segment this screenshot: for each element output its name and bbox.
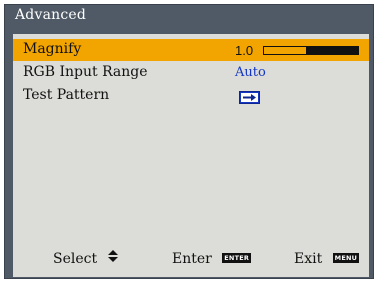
test-pattern-icon[interactable] [239,91,260,104]
footer-hints: Select Enter ENTER Exit MENU [13,250,369,271]
magnify-slider-fill [306,47,358,54]
enter-key-icon: ENTER [222,253,252,263]
osd-menu-window: Advanced Magnify 1.0 RGB Input Range Aut… [4,4,374,279]
enter-hint-label: Enter [172,251,212,267]
rgb-input-range-label: RGB Input Range [23,64,148,80]
exit-hint-label: Exit [294,251,323,267]
up-down-arrows-icon [107,250,118,266]
rgb-input-range-value: Auto [235,65,266,80]
menu-title: Advanced [15,7,87,23]
menu-key-icon: MENU [332,253,360,263]
magnify-value: 1.0 [235,43,254,58]
test-pattern-label: Test Pattern [23,87,110,103]
enter-hint: Enter ENTER [172,251,252,267]
menu-item-rgb-input-range[interactable]: RGB Input Range Auto [13,62,369,84]
exit-hint: Exit MENU [294,251,360,267]
magnify-label: Magnify [23,41,82,57]
menu-item-magnify[interactable]: Magnify 1.0 [13,39,369,61]
select-hint-label: Select [53,251,98,267]
menu-item-test-pattern[interactable]: Test Pattern [13,85,369,107]
menu-panel: Magnify 1.0 RGB Input Range Auto Test Pa… [13,34,369,277]
select-hint: Select [53,250,118,267]
magnify-slider[interactable] [263,46,359,55]
